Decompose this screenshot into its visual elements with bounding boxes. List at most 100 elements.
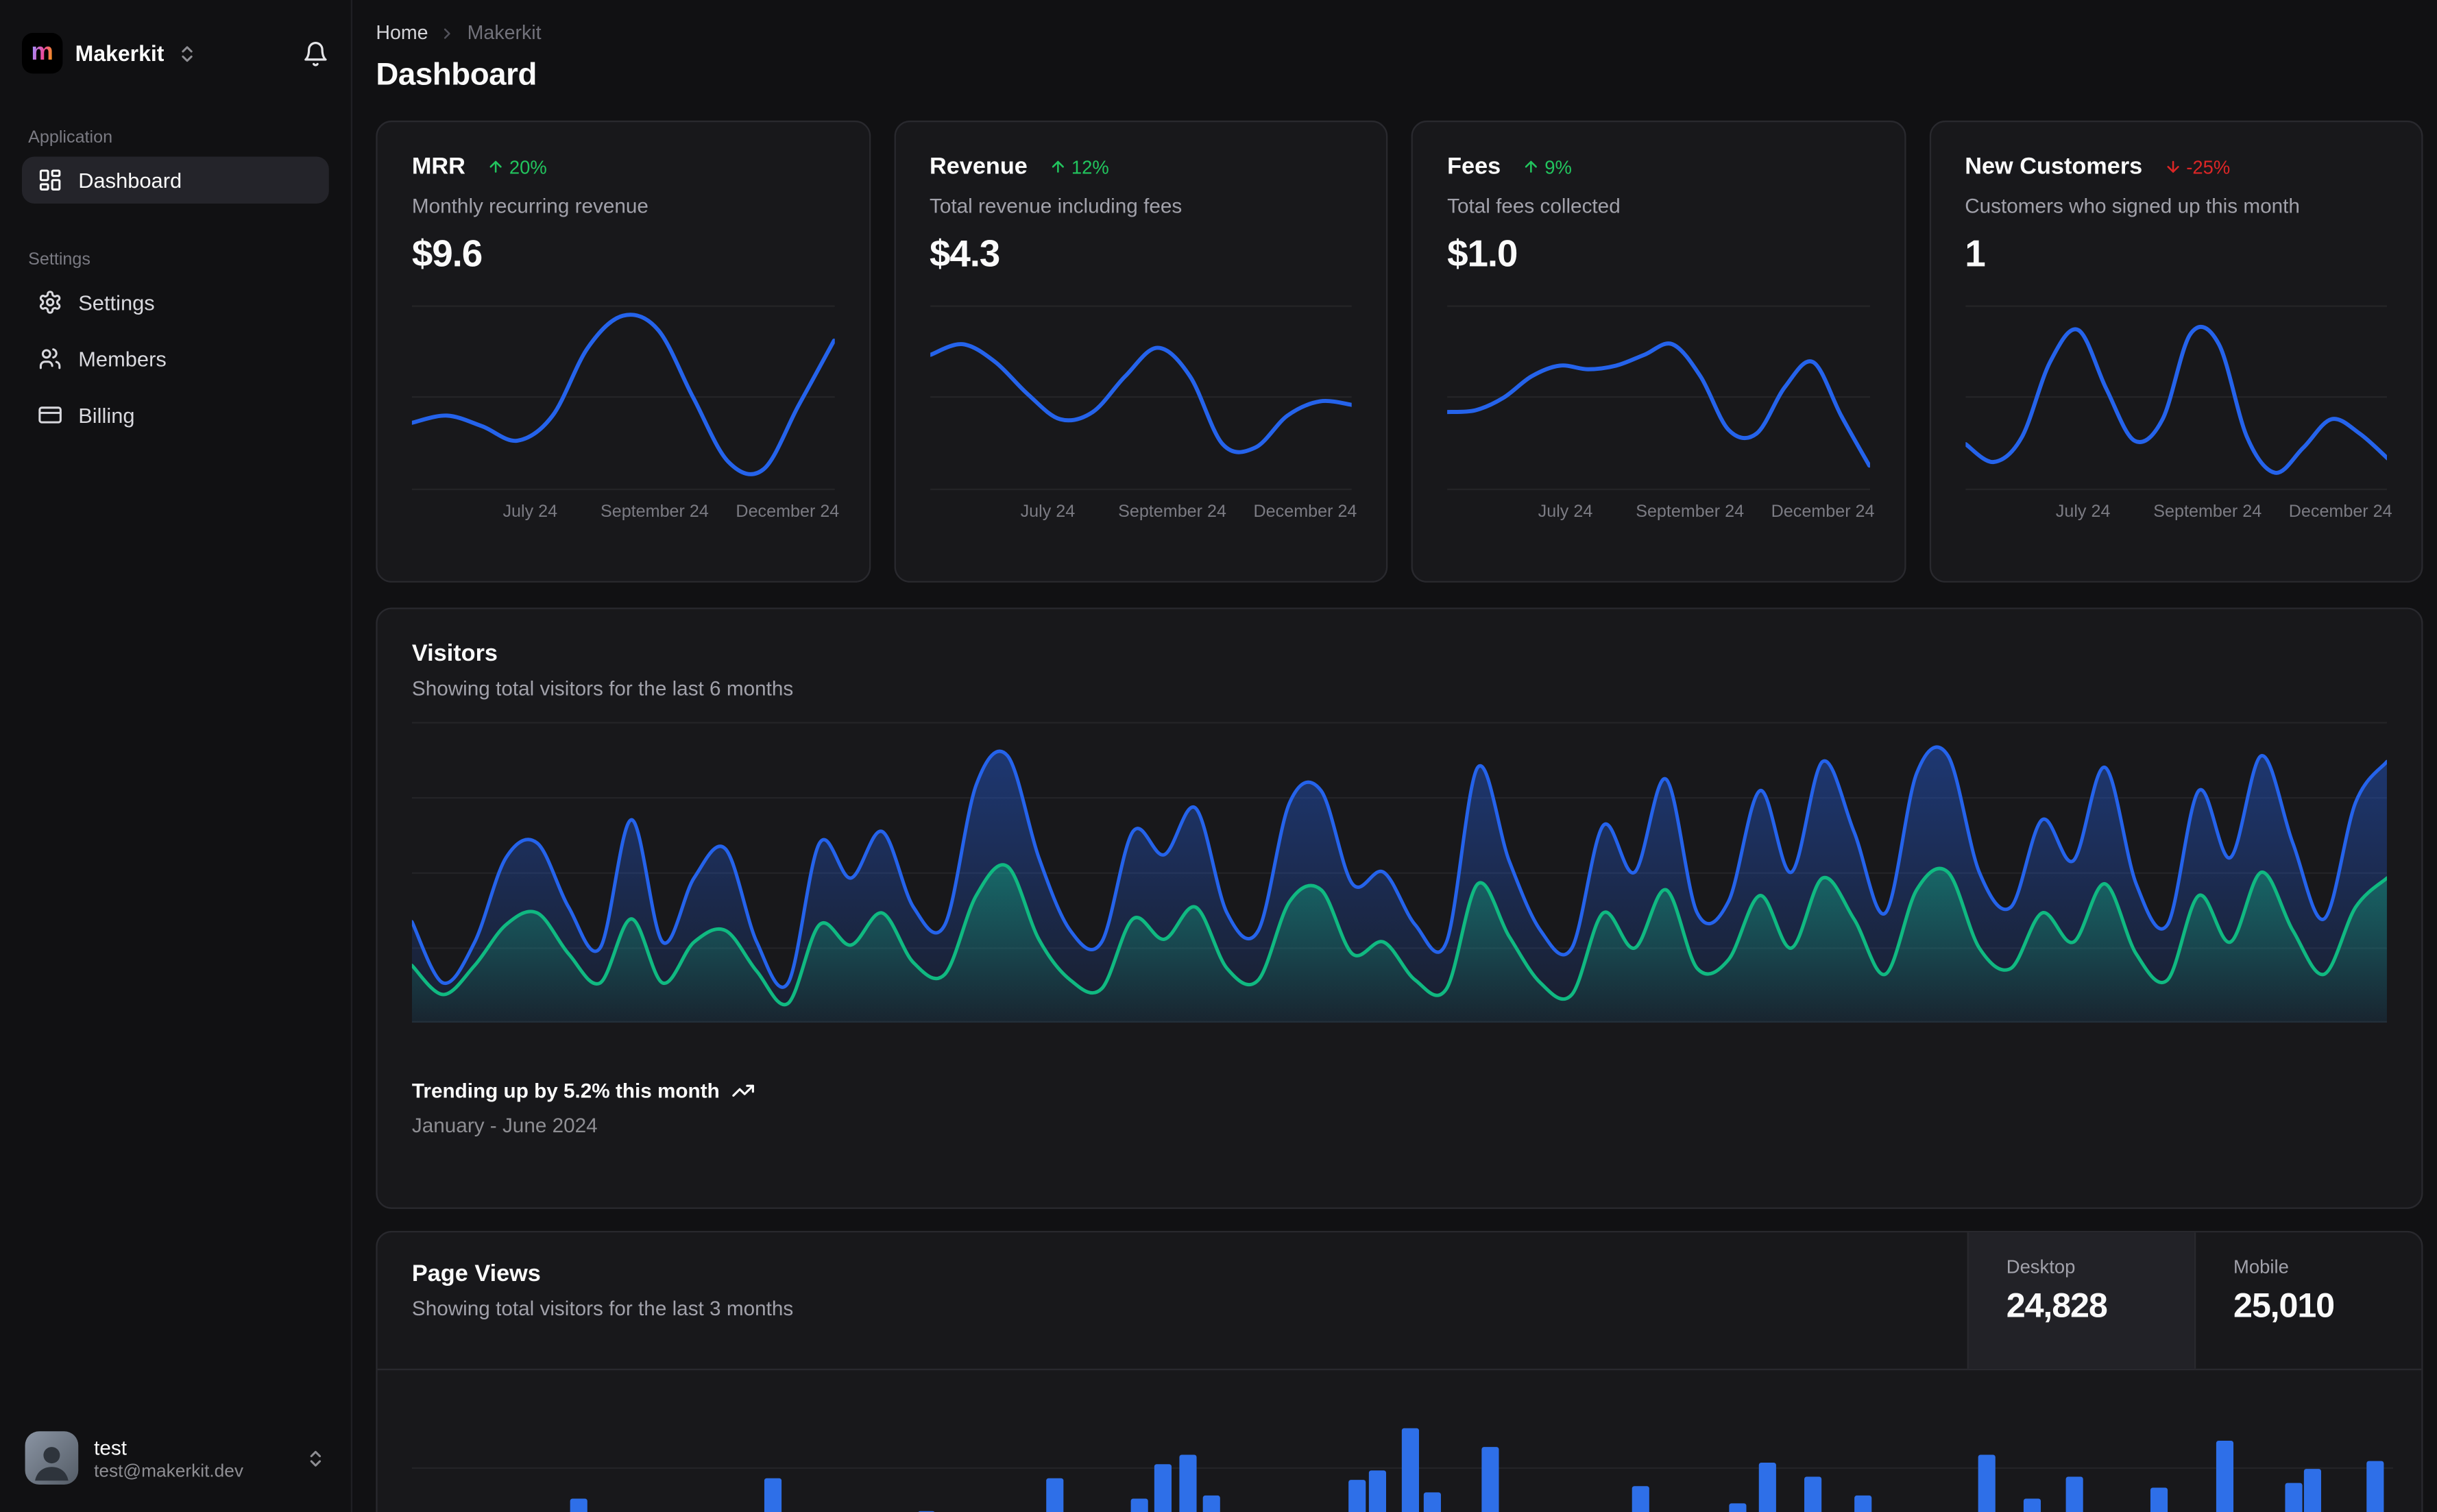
x-tick-label: September 24 <box>2153 502 2262 522</box>
toggle-desktop[interactable]: Desktop 24,828 <box>1967 1232 2194 1369</box>
bar <box>1481 1447 1499 1512</box>
sparkline-chart <box>1447 302 1869 493</box>
chevrons-up-down-icon[interactable] <box>177 43 197 64</box>
desktop-total: 24,828 <box>2006 1285 2108 1325</box>
stat-value: 1 <box>1965 233 1986 276</box>
bar <box>1178 1454 1196 1512</box>
stat-cards-row: MRR 20% Monthly recurring revenue $9.6 J… <box>376 120 2423 583</box>
bar <box>1401 1428 1418 1512</box>
bar <box>2022 1498 2040 1512</box>
bar <box>1758 1462 1775 1512</box>
stat-card-mrr: MRR 20% Monthly recurring revenue $9.6 J… <box>376 120 871 583</box>
stat-title: MRR <box>411 153 465 180</box>
chevron-right-icon <box>439 24 457 41</box>
page-views-subtitle: Showing total visitors for the last 3 mo… <box>411 1296 794 1321</box>
trend-badge: -25% <box>2164 156 2230 178</box>
visitors-footer: Trending up by 5.2% this month January -… <box>412 1079 2387 1137</box>
user-menu[interactable]: test test@makerkit.dev <box>22 1425 329 1491</box>
makerkit-logo: m <box>21 32 63 74</box>
stat-card-new-customers: New Customers -25% Customers who signed … <box>1928 120 2423 583</box>
sparkline-chart <box>929 302 1352 493</box>
stat-title: New Customers <box>1965 153 2143 180</box>
bar <box>1422 1492 1440 1512</box>
x-axis-ticks: July 24 September 24 December 24 <box>1447 502 1875 528</box>
sidebar-section-settings: Settings <box>28 250 90 269</box>
visitors-card: Visitors Showing total visitors for the … <box>376 607 2423 1209</box>
stat-value: $9.6 <box>411 233 483 276</box>
layout-dashboard-icon <box>38 167 63 193</box>
page-title: Dashboard <box>376 58 537 93</box>
bar <box>1153 1464 1171 1512</box>
bar <box>1348 1480 1366 1512</box>
bar <box>1854 1495 1871 1512</box>
stat-value: $4.3 <box>929 233 1000 276</box>
bar <box>2149 1487 2167 1512</box>
sidebar-item-billing[interactable]: Billing <box>22 391 329 439</box>
arrow-down-icon <box>2164 158 2181 175</box>
visitors-area-chart <box>411 722 2387 1023</box>
x-axis-ticks: July 24 September 24 December 24 <box>412 502 839 528</box>
bar <box>1631 1486 1649 1512</box>
x-axis-ticks: July 24 September 24 December 24 <box>930 502 1357 528</box>
avatar <box>25 1431 79 1485</box>
sidebar-item-settings[interactable]: Settings <box>22 279 329 326</box>
toggle-mobile[interactable]: Mobile 25,010 <box>2194 1232 2421 1369</box>
mobile-total: 25,010 <box>2233 1285 2335 1325</box>
arrow-up-icon <box>487 158 505 175</box>
sidebar-item-label: Billing <box>78 403 135 427</box>
bar <box>2303 1469 2320 1512</box>
bar <box>1130 1498 1148 1512</box>
sidebar-item-members[interactable]: Members <box>22 335 329 382</box>
stat-subtitle: Total fees collected <box>1447 194 1621 218</box>
visitors-title: Visitors <box>411 640 498 668</box>
stat-subtitle: Customers who signed up this month <box>1965 194 2300 218</box>
stat-card-revenue: Revenue 12% Total revenue including fees… <box>893 120 1388 583</box>
trend-badge: 9% <box>1523 156 1572 178</box>
x-tick-label: September 24 <box>1636 502 1745 522</box>
users-icon <box>38 346 63 371</box>
user-email: test@makerkit.dev <box>94 1461 244 1481</box>
sidebar-item-label: Settings <box>78 290 155 315</box>
visitors-period: January - June 2024 <box>411 1113 598 1137</box>
bar <box>2215 1440 2233 1512</box>
bar <box>569 1498 587 1512</box>
sidebar-item-dashboard[interactable]: Dashboard <box>21 156 329 204</box>
x-tick-label: December 24 <box>2288 502 2392 522</box>
page-views-toggles: Desktop 24,828 Mobile 25,010 <box>1967 1232 2422 1369</box>
user-meta: test test@makerkit.dev <box>94 1435 243 1480</box>
x-tick-label: September 24 <box>600 502 709 522</box>
x-tick-label: July 24 <box>502 502 558 522</box>
user-name: test <box>94 1435 127 1459</box>
chevrons-up-down-icon <box>306 1448 326 1468</box>
arrow-up-icon <box>1523 158 1540 175</box>
page-views-card: Page Views Showing total visitors for th… <box>376 1230 2423 1512</box>
stat-card-fees: Fees 9% Total fees collected $1.0 July 2… <box>1411 120 1906 583</box>
trending-up-icon <box>732 1079 755 1102</box>
sidebar-section-application: Application <box>28 128 113 147</box>
sidebar-item-label: Dashboard <box>78 168 182 192</box>
page-views-bar-chart <box>411 1370 2394 1512</box>
stat-subtitle: Monthly recurring revenue <box>411 194 648 218</box>
x-tick-label: December 24 <box>736 502 840 522</box>
bar <box>1368 1470 1385 1512</box>
workspace-selector[interactable]: Makerkit <box>75 40 165 66</box>
breadcrumb: Home Makerkit <box>376 22 2423 44</box>
bar <box>1202 1495 1220 1512</box>
sparkline-chart <box>1965 302 2387 493</box>
x-tick-label: July 24 <box>1538 502 1593 522</box>
x-axis-ticks: July 24 September 24 December 24 <box>1965 502 2392 528</box>
page-views-title: Page Views <box>411 1260 541 1288</box>
stat-title: Revenue <box>929 153 1028 180</box>
sidebar: m Makerkit Application Dashboard Setting… <box>0 0 353 1512</box>
x-tick-label: July 24 <box>1020 502 1076 522</box>
app-window: m Makerkit Application Dashboard Setting… <box>0 0 2437 1512</box>
x-tick-label: July 24 <box>2055 502 2111 522</box>
breadcrumb-home-link[interactable]: Home <box>376 22 428 44</box>
bell-icon[interactable] <box>302 40 329 66</box>
sparkline-chart <box>411 302 834 493</box>
credit-card-icon <box>38 402 63 428</box>
main-content: Home Makerkit Dashboard MRR 20% Monthly … <box>352 0 2437 1512</box>
arrow-up-icon <box>1050 158 1067 175</box>
page-views-header: Page Views Showing total visitors for th… <box>377 1232 2422 1371</box>
trend-badge: 12% <box>1050 156 1109 178</box>
